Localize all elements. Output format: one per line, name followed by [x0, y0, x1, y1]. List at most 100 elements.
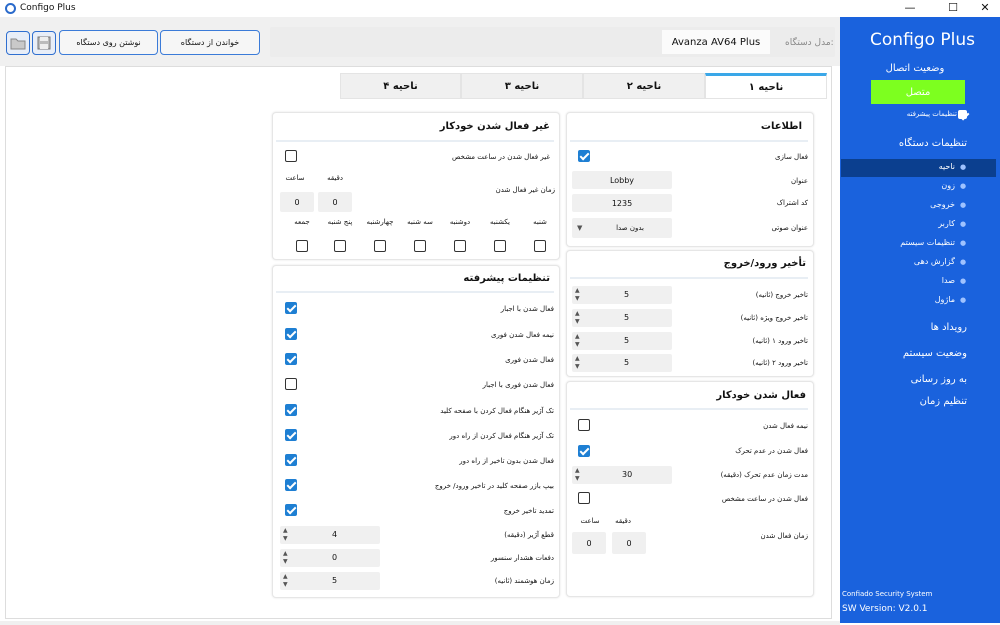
delay-stepper[interactable]: ▲ ▼ 5	[572, 332, 672, 350]
enable-area-checkbox[interactable]	[578, 150, 590, 162]
weekday-checkbox[interactable]	[494, 240, 506, 252]
close-button[interactable]: ✕	[970, 0, 1000, 17]
time-setting-link[interactable]: تنظیم زمان	[880, 396, 967, 407]
arm-on-inactivity-checkbox[interactable]	[578, 445, 590, 457]
delay-value: 5	[624, 290, 630, 299]
arm-minute-label: دقیقه	[615, 517, 631, 525]
weekday-checkbox[interactable]	[334, 240, 346, 252]
chevron-up-icon[interactable]: ▲	[575, 468, 580, 474]
weekday-checkbox[interactable]	[454, 240, 466, 252]
tab-area-1[interactable]: ناحیه ۱	[705, 73, 827, 99]
open-file-button[interactable]	[6, 31, 30, 55]
arm-hour-label: ساعت	[580, 517, 600, 525]
disarm-hour-input[interactable]: 0	[280, 192, 314, 212]
write-to-device-button[interactable]: نوشتن روی دستگاه	[59, 30, 158, 55]
advanced-stepper[interactable]: ▲ ▼ 0	[280, 549, 380, 567]
chevron-up-icon[interactable]: ▲	[283, 551, 288, 557]
chevron-up-icon[interactable]: ▲	[575, 288, 580, 294]
tab-area-2[interactable]: ناحیه ۲	[583, 73, 705, 99]
chevron-down-icon[interactable]: ▼	[283, 559, 288, 565]
weekday-checkbox[interactable]	[296, 240, 308, 252]
advanced-stepper[interactable]: ▲ ▼ 5	[280, 572, 380, 590]
events-link[interactable]: رویداد ها	[880, 322, 967, 333]
bullet-icon: ●	[960, 277, 967, 285]
sharing-code-input[interactable]: 1235	[572, 194, 672, 212]
chevron-down-icon[interactable]: ▼	[575, 342, 580, 348]
advanced-option-checkbox[interactable]	[285, 504, 297, 516]
chevron-up-icon[interactable]: ▲	[283, 528, 288, 534]
connection-status-badge: متصل	[871, 80, 965, 104]
disarm-minute-input[interactable]: 0	[318, 192, 352, 212]
delay-stepper[interactable]: ▲ ▼ 5	[572, 286, 672, 304]
sidebar-item[interactable]: ماژول	[880, 295, 955, 304]
advanced-option-label: بیپ بازر صفحه کلید در تاخیر ورود/ خروج	[434, 482, 554, 490]
delay-value: 5	[624, 336, 630, 345]
chevron-up-icon[interactable]: ▲	[575, 334, 580, 340]
inactivity-time-stepper[interactable]: ▲ ▼ 30	[572, 466, 672, 484]
chevron-down-icon[interactable]: ▼	[575, 296, 580, 302]
advanced-option-checkbox[interactable]	[285, 429, 297, 441]
sidebar-item[interactable]: ناحیه	[880, 162, 955, 171]
weekday-checkbox[interactable]	[414, 240, 426, 252]
area-name-input[interactable]: Lobby	[572, 171, 672, 189]
disarm-time-label: زمان غیر فعال شدن	[495, 186, 555, 194]
bullet-icon: ●	[960, 163, 967, 171]
tab-area-4[interactable]: ناحیه ۴	[340, 73, 461, 99]
weekday-label: دوشنبه	[449, 218, 471, 226]
chevron-up-icon[interactable]: ▲	[283, 574, 288, 580]
half-arm-checkbox[interactable]	[578, 419, 590, 431]
arm-minute-input[interactable]: 0	[612, 532, 646, 554]
sidebar-item[interactable]: گزارش دهی	[880, 257, 955, 266]
divider	[570, 408, 808, 410]
sidebar-item[interactable]: کاربر	[880, 219, 955, 228]
chevron-down-icon[interactable]: ▼	[575, 319, 580, 325]
chevron-up-icon[interactable]: ▲	[575, 311, 580, 317]
advanced-option-label: فعال شدن فوری با اجبار	[482, 381, 554, 389]
chevron-down-icon[interactable]: ▼	[283, 536, 288, 542]
voice-title-select[interactable]: بدون صدا	[572, 218, 672, 238]
update-link[interactable]: به روز رسانی	[880, 374, 967, 385]
advanced-option-label: تک آژیر هنگام فعال کردن با صفحه کلید	[440, 407, 554, 415]
bullet-icon: ●	[960, 201, 967, 209]
delay-stepper[interactable]: ▲ ▼ 5	[572, 309, 672, 327]
advanced-option-checkbox[interactable]	[285, 302, 297, 314]
weekday-checkbox[interactable]	[374, 240, 386, 252]
system-status-link[interactable]: وضعیت سیستم	[880, 348, 967, 359]
advanced-option-checkbox[interactable]	[285, 378, 297, 390]
delay-stepper[interactable]: ▲ ▼ 5	[572, 354, 672, 372]
disarm-at-time-checkbox[interactable]	[285, 150, 297, 162]
advanced-stepper[interactable]: ▲ ▼ 4	[280, 526, 380, 544]
entry-exit-delay-title: تأخیر ورود/خروج	[723, 258, 806, 269]
save-button[interactable]	[32, 31, 56, 55]
folder-icon	[10, 38, 26, 50]
chevron-down-icon[interactable]: ▼	[575, 476, 580, 482]
chevron-down-icon[interactable]: ▼	[575, 364, 580, 370]
sharing-code-label: کد اشتراک	[776, 199, 808, 207]
disarm-at-time-label: غیر فعال شدن در ساعت مشخص	[451, 153, 550, 161]
advanced-option-label: نیمه فعال شدن فوری	[491, 331, 554, 339]
sidebar-item[interactable]: تنظیمات سیستم	[880, 238, 955, 247]
weekday-checkbox[interactable]	[534, 240, 546, 252]
arm-hour-input[interactable]: 0	[572, 532, 606, 554]
minimize-button[interactable]: —	[895, 0, 925, 17]
voice-title-value: بدون صدا	[616, 224, 644, 232]
advanced-option-checkbox[interactable]	[285, 454, 297, 466]
sidebar-item[interactable]: خروجی	[880, 200, 955, 209]
advanced-option-checkbox[interactable]	[285, 328, 297, 340]
chevron-down-icon[interactable]: ▼	[283, 582, 288, 588]
advanced-option-checkbox[interactable]	[285, 479, 297, 491]
sidebar-item[interactable]: زون	[880, 181, 955, 190]
auto-arm-panel	[566, 381, 814, 597]
sidebar-item[interactable]: صدا	[880, 276, 955, 285]
advanced-option-checkbox[interactable]	[285, 353, 297, 365]
advanced-option-checkbox[interactable]	[285, 404, 297, 416]
tab-area-3[interactable]: ناحیه ۳	[461, 73, 583, 99]
maximize-button[interactable]: ☐	[938, 0, 968, 17]
device-settings-heading[interactable]: تنظیمات دستگاه	[870, 138, 967, 149]
read-from-device-button[interactable]: خواندن از دستگاه	[160, 30, 260, 55]
bullet-icon: ●	[960, 258, 967, 266]
chevron-up-icon[interactable]: ▲	[575, 356, 580, 362]
half-arm-label: نیمه فعال شدن	[763, 422, 808, 430]
arm-at-time-checkbox[interactable]	[578, 492, 590, 504]
advanced-settings-checkbox[interactable]	[958, 110, 967, 119]
